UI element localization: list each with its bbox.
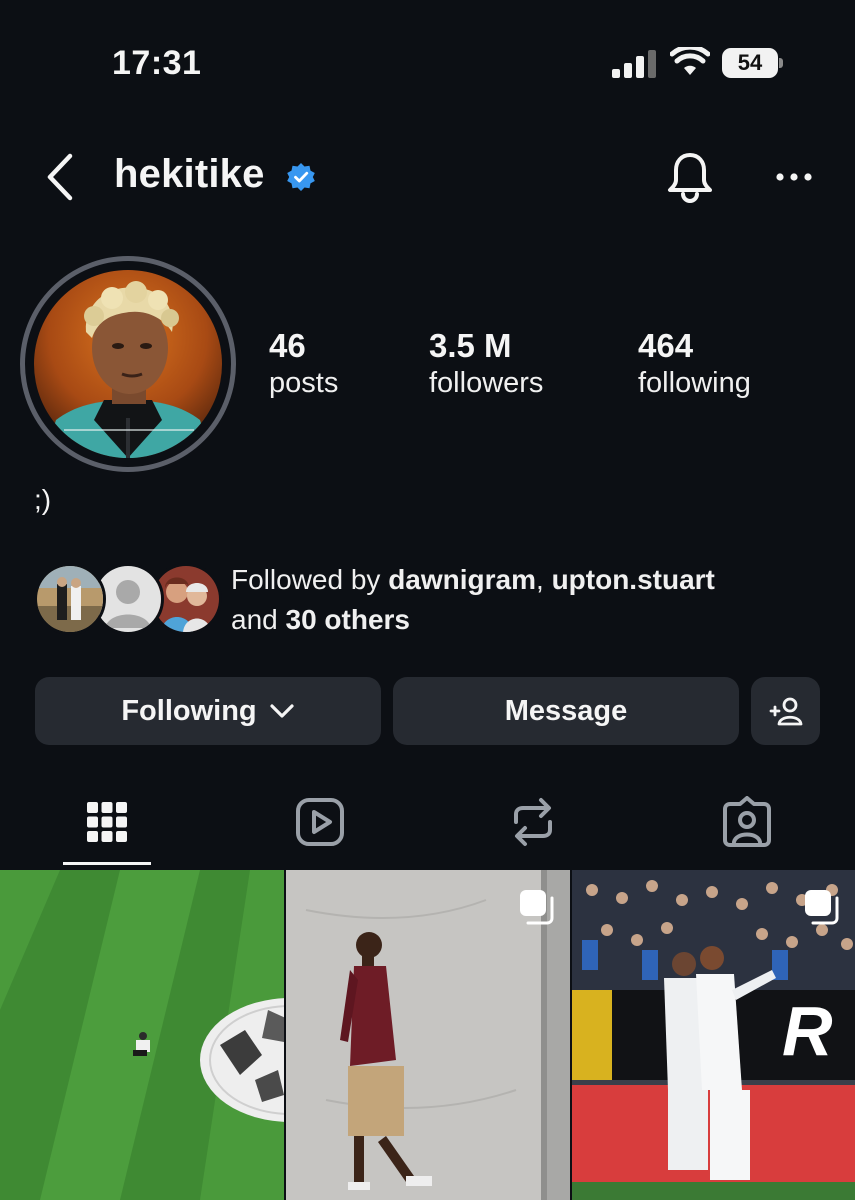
following-count: 464 [638, 327, 694, 364]
suggested-users-button[interactable] [751, 677, 820, 745]
profile-avatar[interactable] [34, 270, 222, 458]
profile-screen: 17:31 54 hekitike 46 posts 3.5 M followe… [0, 0, 855, 1200]
post-image-stadium-pitch [0, 870, 284, 1200]
signal-icon [612, 50, 656, 78]
followed-by-text[interactable]: Followed by dawnigram, upton.stuart and … [231, 560, 831, 640]
post-tile[interactable] [286, 870, 570, 1200]
carousel-icon [520, 890, 554, 925]
battery-icon: 54 [722, 48, 784, 78]
post-tile[interactable]: R [572, 870, 855, 1200]
reels-icon [296, 798, 344, 846]
back-chevron-icon[interactable] [40, 150, 80, 204]
more-icon[interactable] [772, 162, 816, 192]
stat-posts[interactable]: 46 posts [269, 328, 338, 402]
stat-followers[interactable]: 3.5 M followers [429, 328, 543, 402]
battery-level: 54 [737, 50, 763, 75]
message-button[interactable]: Message [393, 677, 739, 745]
following-button-label: Following [121, 694, 257, 727]
add-person-icon [769, 697, 802, 726]
mutual-avatar [34, 563, 106, 635]
mutual-user-2[interactable]: upton.stuart [552, 564, 715, 595]
followed-by-prefix: Followed by [231, 564, 389, 595]
tab-reels[interactable] [290, 792, 350, 852]
stat-following[interactable]: 464 following [638, 328, 751, 402]
reposts-icon [514, 798, 552, 846]
following-button[interactable]: Following [35, 677, 381, 745]
tagged-icon [723, 796, 771, 847]
chevron-down-icon [270, 704, 294, 718]
profile-username: hekitike [114, 152, 265, 196]
wifi-icon [670, 47, 710, 75]
followed-by-and: and [231, 604, 286, 635]
svg-text:R: R [782, 992, 833, 1070]
posts-label: posts [269, 367, 339, 399]
tab-posts-grid[interactable] [77, 792, 137, 852]
carousel-icon [805, 890, 839, 925]
active-tab-indicator [63, 862, 151, 865]
profile-bio: ;) [34, 484, 52, 515]
message-button-label: Message [504, 694, 628, 727]
posts-count: 46 [269, 327, 306, 364]
mutual-followers-avatars[interactable] [34, 563, 222, 637]
mutual-others[interactable]: 30 others [286, 604, 411, 635]
verified-badge-icon [287, 163, 315, 191]
following-label: following [638, 367, 751, 399]
bell-icon[interactable] [664, 150, 716, 204]
mutual-user-1[interactable]: dawnigram [388, 564, 536, 595]
followers-label: followers [429, 367, 544, 399]
followed-by-separator: , [536, 564, 552, 595]
tab-reposts[interactable] [503, 792, 563, 852]
followers-count: 3.5 M [429, 327, 512, 364]
status-time: 17:31 [112, 44, 202, 82]
tab-tagged[interactable] [717, 792, 777, 852]
post-tile[interactable] [0, 870, 284, 1200]
grid-icon [87, 802, 127, 842]
